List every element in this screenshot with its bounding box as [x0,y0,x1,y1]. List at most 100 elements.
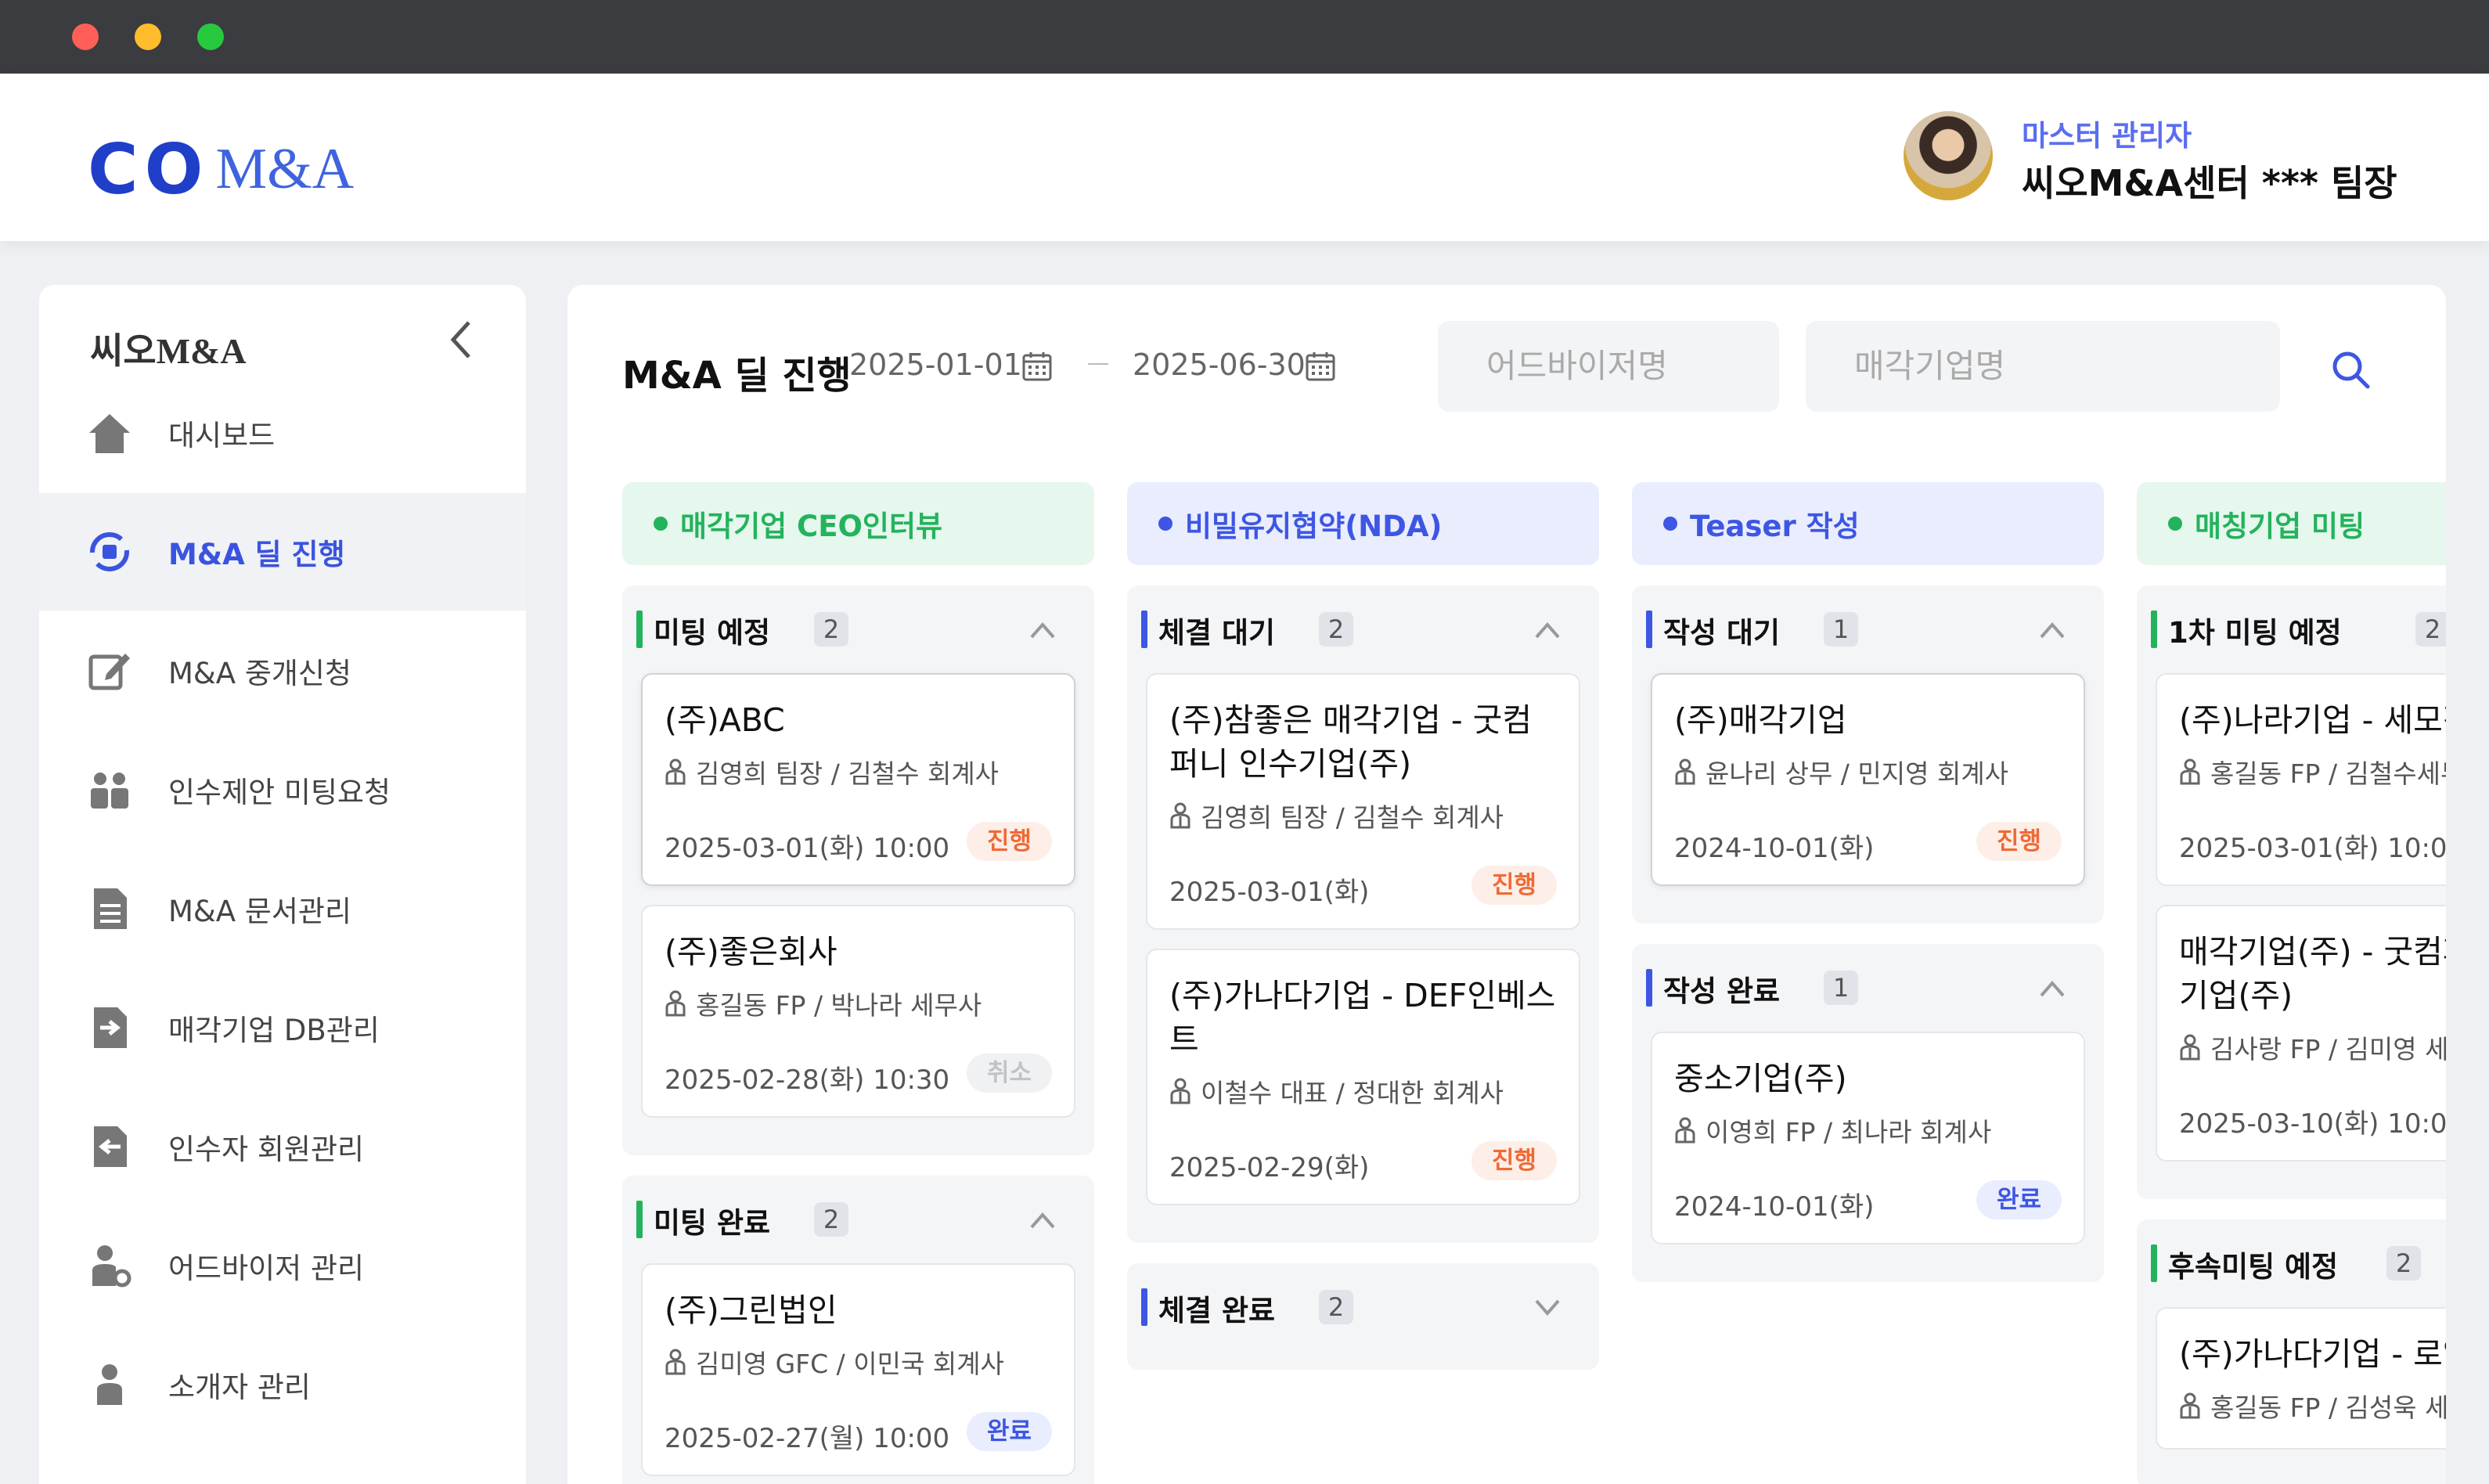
deal-card[interactable]: (주)매각기업 윤나리 상무 / 민지영 회계사 2024-10-01(화) 진행 [1651,673,2085,886]
column-header[interactable]: 매칭기업 미팅 [2137,482,2446,565]
search-icon[interactable] [2329,348,2372,391]
export-icon [94,1007,127,1048]
date-separator [1088,363,1108,365]
chevron-up-icon[interactable] [2037,974,2068,1002]
maximize-window-button[interactable] [197,23,224,50]
card-assignee-text: 이영희 FP / 최나라 회계사 [1706,1117,1992,1147]
column-header[interactable]: Teaser 작성 [1632,482,2104,565]
person-icon [1675,758,1695,785]
group-header[interactable]: 미팅 완료 2 [636,1176,1075,1263]
sidebar-item[interactable]: 인수자 회원관리 [39,1088,526,1205]
avatar[interactable] [1904,111,1993,200]
sidebar-item[interactable]: M&A 중개신청 [39,612,526,729]
deal-card[interactable]: (주)나라기업 - 세모전자 홍길동 FP / 김철수세무사 2025-03-0… [2156,673,2446,886]
calendar-icon[interactable] [1305,351,1336,382]
group-header[interactable]: 작성 완료 1 [1646,944,2085,1032]
group-header[interactable]: 체결 완료 2 [1141,1263,1580,1351]
sidebar: 씨오M&A 대시보드 M&A 딜 진행 M&A 중개신청 인수제안 미팅요청 M… [39,285,526,1484]
card-title: (주)참좋은 매각기업 - 굿컴퍼니 인수기업(주) [1169,701,1533,783]
status-group: 체결 대기 2 (주)참좋은 매각기업 - 굿컴퍼니 인수기업(주) 김영희 팀… [1127,585,1599,1243]
calendar-icon[interactable] [1021,351,1053,382]
card-date: 2025-03-10(화) 10:00 [2179,1108,2446,1140]
company-search-input[interactable]: 매각기업명 [1806,321,2280,412]
home-icon [89,414,130,453]
date-to[interactable]: 2025-06-30 [1133,348,1306,382]
group-header[interactable]: 체결 대기 2 [1141,585,1580,673]
group-header[interactable]: 후속미팅 예정 2 [2151,1219,2446,1307]
deal-card[interactable]: 매각기업(주) - 굿컴퍼니인수기업(주) 김사랑 FP / 김미영 세무사 2… [2156,905,2446,1162]
deal-card[interactable]: (주)그린법인 김미영 GFC / 이민국 회계사 2025-02-27(월) … [641,1263,1075,1476]
card-title: 중소기업(주) [1674,1060,1847,1097]
page-title: M&A 딜 진행 [622,354,852,398]
group-accent-bar [2151,1244,2157,1282]
sidebar-item[interactable]: 대시보드 [39,374,526,492]
sidebar-item-label: 인수자 회원관리 [168,1133,365,1166]
deal-card[interactable]: 중소기업(주) 이영희 FP / 최나라 회계사 2024-10-01(화) 완료 [1651,1032,2085,1244]
deal-card[interactable]: (주)가나다기업 - 로열티 홍길동 FP / 김성욱 세무사 [2156,1307,2446,1450]
app-logo[interactable]: CO M&A [88,129,354,210]
chevron-up-icon[interactable] [1027,615,1058,643]
close-window-button[interactable] [72,23,99,50]
person-icon [1170,802,1190,829]
status-group: 후속미팅 예정 2 (주)가나다기업 - 로열티 홍길동 FP / 김성욱 세무… [2137,1219,2446,1484]
sidebar-item[interactable]: 매각기업 DB관리 [39,969,526,1086]
group-header[interactable]: 작성 대기 1 [1646,585,2085,673]
group-count-badge: 1 [1824,612,1858,647]
column-title: Teaser 작성 [1690,510,1860,543]
sidebar-item-label: 인수제안 미팅요청 [168,776,391,809]
chevron-up-icon[interactable] [1027,1205,1058,1234]
card-title: (주)가나다기업 - DEF인베스트 [1169,977,1556,1058]
card-date: 2025-03-01(화) 10:00 [665,833,950,864]
sidebar-item[interactable]: 인수제안 미팅요청 [39,731,526,848]
sidebar-item[interactable]: M&A 딜 진행 [39,493,526,611]
advisor-search-input[interactable]: 어드바이저명 [1438,321,1779,412]
status-badge: 완료 [966,1412,1052,1451]
chevron-up-icon[interactable] [2037,615,2068,643]
card-assignee-text: 김사랑 FP / 김미영 세무사 [2210,1034,2446,1064]
person-icon [2180,1034,2200,1061]
group-count-badge: 2 [2415,612,2446,647]
chevron-up-icon[interactable] [1532,615,1563,643]
person-icon [1170,1078,1190,1104]
deal-card[interactable]: (주)참좋은 매각기업 - 굿컴퍼니 인수기업(주) 김영희 팀장 / 김철수 … [1146,673,1580,930]
chevron-down-icon[interactable] [1532,1293,1563,1321]
sidebar-item-label: M&A 딜 진행 [168,538,345,571]
group-accent-bar [1646,969,1652,1007]
group-header[interactable]: 1차 미팅 예정 2 [2151,585,2446,673]
group-accent-bar [636,1201,643,1238]
status-badge: 취소 [966,1054,1052,1093]
card-title: (주)매각기업 [1674,701,1847,739]
person-icon [2180,758,2200,785]
date-from[interactable]: 2025-01-01 [849,348,1022,382]
app-header: CO M&A 마스터 관리자 씨오M&A센터 *** 팀장 [0,74,2489,241]
column-header[interactable]: 비밀유지협약(NDA) [1127,482,1599,565]
person-icon [665,758,686,785]
chevron-left-icon[interactable] [442,316,481,363]
minimize-window-button[interactable] [135,23,161,50]
group-count-badge: 2 [2386,1246,2421,1280]
deal-card[interactable]: (주)ABC 김영희 팀장 / 김철수 회계사 2025-03-01(화) 10… [641,673,1075,886]
sidebar-item[interactable]: 어드바이저 관리 [39,1207,526,1324]
kanban-column: 매각기업 CEO인터뷰 미팅 예정 2 (주)ABC 김영희 팀장 / 김철수 … [622,482,1094,1484]
card-date: 2024-10-01(화) [1674,1191,1875,1223]
group-accent-bar [1646,611,1652,648]
status-group: 미팅 예정 2 (주)ABC 김영희 팀장 / 김철수 회계사 2025-03-… [622,585,1094,1155]
kanban-column: Teaser 작성 작성 대기 1 (주)매각기업 윤나리 상무 / 민지영 회… [1632,482,2104,1282]
column-header[interactable]: 매각기업 CEO인터뷰 [622,482,1094,565]
kanban-column: 비밀유지협약(NDA) 체결 대기 2 (주)참좋은 매각기업 - 굿컴퍼니 인… [1127,482,1599,1370]
card-assignees: 김영희 팀장 / 김철수 회계사 [665,753,1052,791]
group-title: 미팅 완료 [654,1206,771,1240]
sidebar-item[interactable]: 소개자 관리 [39,1326,526,1443]
import-icon [94,1126,127,1167]
card-assignees: 김영희 팀장 / 김철수 회계사 [1169,797,1557,834]
group-header[interactable]: 미팅 예정 2 [636,585,1075,673]
group-title: 체결 완료 [1158,1294,1276,1327]
deal-card[interactable]: (주)좋은회사 홍길동 FP / 박나라 세무사 2025-02-28(화) 1… [641,905,1075,1118]
status-group: 미팅 완료 2 (주)그린법인 김미영 GFC / 이민국 회계사 2025-0… [622,1176,1094,1484]
sidebar-item[interactable]: M&A 문서관리 [39,850,526,967]
document-icon [94,888,127,929]
sidebar-item-label: 대시보드 [168,419,276,452]
card-title: (주)그린법인 [665,1291,837,1329]
card-assignee-text: 김영희 팀장 / 김철수 회계사 [1201,802,1504,833]
deal-card[interactable]: (주)가나다기업 - DEF인베스트 이철수 대표 / 정대한 회계사 2025… [1146,949,1580,1205]
